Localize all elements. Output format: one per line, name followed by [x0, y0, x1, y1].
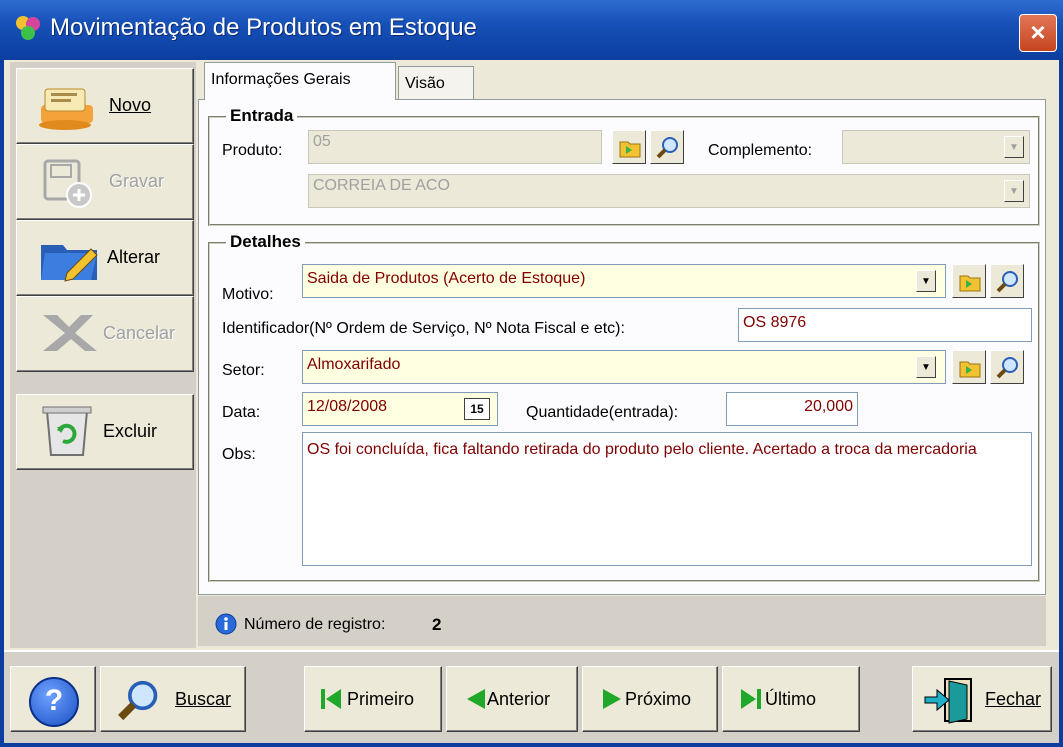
identificador-field[interactable]: OS 8976	[738, 308, 1032, 342]
produto-search-button[interactable]	[650, 130, 684, 164]
primeiro-label: Primeiro	[347, 689, 415, 709]
complemento-select[interactable]	[842, 130, 1030, 164]
search-icon	[118, 680, 158, 721]
close-icon: ×	[1030, 17, 1046, 47]
obs-textarea[interactable]: OS foi concluída, fica faltando retirada…	[302, 432, 1032, 566]
buscar-button[interactable]: Buscar	[100, 666, 246, 732]
ultimo-label: Último	[765, 689, 817, 709]
data-label: Data:	[222, 404, 261, 421]
info-icon	[215, 613, 237, 635]
cancelar-label: Cancelar	[103, 323, 176, 343]
cancelar-icon	[43, 315, 97, 351]
close-button[interactable]: ×	[1019, 14, 1057, 52]
excluir-label: Excluir	[103, 421, 158, 441]
app-icon	[16, 16, 40, 40]
folder-icon	[959, 361, 981, 378]
alterar-icon	[41, 245, 98, 282]
last-icon	[741, 689, 761, 709]
record-number-value: 2	[432, 615, 442, 634]
dropdown-arrow-icon: ▼	[921, 362, 931, 373]
first-icon	[321, 689, 341, 709]
produto-desc-dropdown[interactable]: ▼	[1004, 180, 1024, 202]
motivo-label: Motivo:	[222, 286, 274, 303]
previous-icon	[467, 689, 485, 709]
novo-label: Novo	[109, 95, 152, 115]
help-icon: ?	[29, 677, 79, 727]
setor-select[interactable]: Almoxarifado	[302, 350, 946, 384]
record-number-label: Número de registro:	[244, 616, 386, 633]
dropdown-arrow-icon: ▼	[1009, 186, 1019, 197]
fechar-button[interactable]: Fechar	[912, 666, 1052, 732]
complemento-label: Complemento:	[708, 142, 813, 159]
excluir-icon	[42, 406, 92, 456]
folder-icon	[959, 275, 981, 292]
tab-informacoes-gerais[interactable]: Informações Gerais	[204, 62, 396, 100]
alterar-button[interactable]: Alterar	[16, 220, 194, 296]
produto-open-button[interactable]	[612, 130, 646, 164]
tab-geral-label: Informações Gerais	[211, 71, 351, 88]
obs-label: Obs:	[222, 446, 256, 463]
primeiro-button[interactable]: Primeiro	[304, 666, 442, 732]
tab-visao[interactable]: Visão	[398, 66, 474, 100]
proximo-label: Próximo	[625, 689, 692, 709]
quantidade-field[interactable]: 20,000	[726, 392, 858, 426]
folder-icon	[619, 141, 641, 158]
cancelar-button[interactable]: Cancelar	[16, 296, 194, 372]
search-icon	[996, 271, 1018, 293]
gravar-icon	[43, 159, 92, 208]
gravar-label: Gravar	[109, 171, 165, 191]
gravar-button[interactable]: Gravar	[16, 144, 194, 220]
produto-label: Produto:	[222, 142, 283, 159]
motivo-dropdown[interactable]: ▼	[916, 270, 936, 292]
anterior-button[interactable]: Anterior	[446, 666, 578, 732]
setor-dropdown[interactable]: ▼	[916, 356, 936, 378]
produto-code-field[interactable]: 05	[308, 130, 602, 164]
dropdown-arrow-icon: ▼	[921, 276, 931, 287]
novo-button[interactable]: Novo	[16, 68, 194, 144]
setor-label: Setor:	[222, 362, 265, 379]
buscar-label: Buscar	[175, 689, 232, 709]
produto-desc-select[interactable]: CORREIA DE ACO	[308, 174, 1030, 208]
dropdown-arrow-icon: ▼	[1009, 142, 1019, 153]
sidebar: Novo Gravar Alterar Cancelar Excluir	[10, 62, 196, 648]
ultimo-button[interactable]: Último	[722, 666, 860, 732]
tab-visao-label: Visão	[405, 75, 445, 92]
search-icon	[996, 357, 1018, 379]
setor-open-button[interactable]	[952, 350, 986, 384]
motivo-select[interactable]: Saida de Produtos (Acerto de Estoque)	[302, 264, 946, 298]
help-button[interactable]: ?	[10, 666, 96, 732]
complemento-dropdown[interactable]: ▼	[1004, 136, 1024, 158]
novo-icon	[39, 88, 93, 130]
alterar-label: Alterar	[107, 247, 161, 267]
search-icon	[656, 137, 678, 159]
motivo-search-button[interactable]	[990, 264, 1024, 298]
proximo-button[interactable]: Próximo	[582, 666, 718, 732]
exit-door-icon	[924, 678, 972, 724]
quantidade-label: Quantidade(entrada):	[526, 404, 679, 421]
next-icon	[603, 689, 621, 709]
entrada-title: Entrada	[226, 106, 298, 126]
motivo-open-button[interactable]	[952, 264, 986, 298]
title-bar: Movimentação de Produtos em Estoque ×	[0, 0, 1063, 60]
identificador-label: Identificador(Nº Ordem de Serviço, Nº No…	[222, 320, 625, 337]
setor-search-button[interactable]	[990, 350, 1024, 384]
anterior-label: Anterior	[487, 689, 551, 709]
excluir-button[interactable]: Excluir	[16, 394, 194, 470]
calendar-icon[interactable]: 15	[464, 398, 490, 420]
fechar-label: Fechar	[985, 689, 1042, 709]
status-bar: Número de registro: 2	[198, 596, 1046, 646]
detalhes-title: Detalhes	[226, 232, 305, 252]
window-title: Movimentação de Produtos em Estoque	[50, 14, 477, 41]
